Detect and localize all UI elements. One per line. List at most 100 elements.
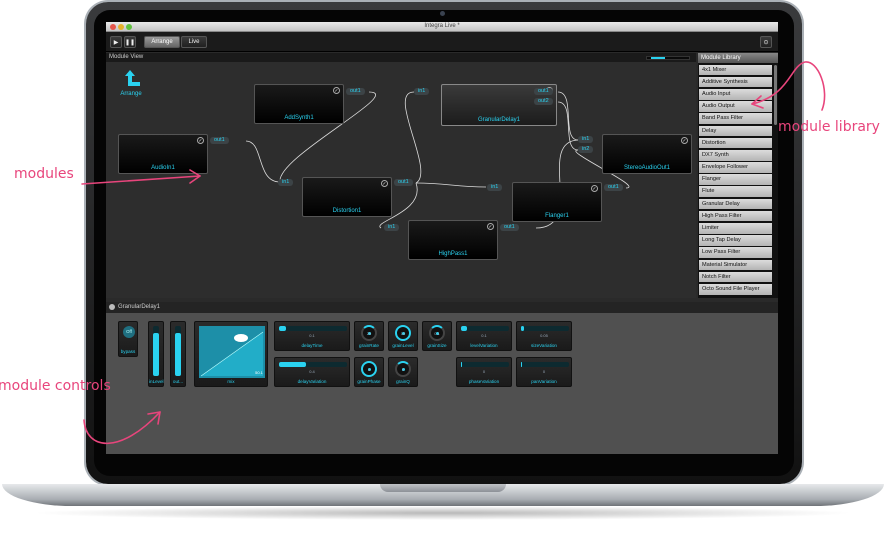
phasevariation-slider[interactable]	[461, 362, 509, 367]
sizevariation-slider[interactable]	[521, 326, 569, 331]
port-in1[interactable]: in1	[487, 184, 503, 191]
grainsize-control[interactable]: 0.1 grainSize	[422, 321, 452, 351]
inlevel-control[interactable]: inLevel	[148, 321, 164, 387]
library-item[interactable]: Additive Synthesis	[699, 76, 772, 88]
library-item[interactable]: Audio Output	[699, 101, 772, 112]
port-out1[interactable]: out1	[394, 179, 413, 186]
mix-control[interactable]: 50.1 mix	[194, 321, 268, 387]
library-item[interactable]: Audio Input	[699, 88, 772, 100]
module-name: AddSynth1	[284, 115, 314, 121]
zoom-slider[interactable]	[646, 56, 690, 60]
pause-button[interactable]: ❚❚	[124, 36, 136, 48]
library-scrollbar[interactable]	[774, 65, 777, 125]
outlevel-control[interactable]: out...	[170, 321, 186, 387]
grainrate-label: grainRate	[359, 343, 379, 348]
module-enabled-checkbox[interactable]: ✓	[591, 185, 598, 192]
module-name: AudioIn1	[151, 165, 175, 171]
library-item[interactable]: 4x1 Mixer	[699, 64, 772, 76]
arrange-button[interactable]: Arrange	[111, 70, 151, 97]
grainrate-value: 20	[366, 331, 372, 336]
port-out2[interactable]: out2	[534, 98, 553, 105]
title-bar: Integra Live *	[106, 22, 778, 32]
close-icon[interactable]	[109, 304, 115, 310]
panvariation-label: panVariation	[531, 379, 557, 384]
levelvariation-slider[interactable]	[461, 326, 509, 331]
laptop-screenshot: Integra Live * ▶ ❚❚ Arrange Live ⊙ Modul…	[0, 0, 886, 536]
library-item[interactable]: Material Simulator	[699, 259, 772, 271]
grainrate-control[interactable]: 20 grainRate	[354, 321, 384, 351]
module-flanger1[interactable]: ✓ Flanger1	[512, 182, 602, 222]
module-enabled-checkbox[interactable]: ✓	[197, 137, 204, 144]
library-item[interactable]: Limiter	[699, 223, 772, 234]
port-in1[interactable]: in1	[414, 88, 430, 95]
library-item[interactable]: Octo Sound File Player	[699, 283, 772, 295]
module-enabled-checkbox[interactable]: ✓	[333, 87, 340, 94]
port-out1[interactable]: out1	[346, 88, 365, 95]
zoom-slider-handle[interactable]	[651, 57, 665, 59]
delaytime-slider[interactable]	[279, 326, 347, 331]
annotation-modules: modules	[14, 166, 74, 182]
lock-button[interactable]: ⊙	[760, 36, 772, 48]
library-item[interactable]: Flute	[699, 186, 772, 198]
pause-icon: ❚❚	[124, 39, 136, 46]
controls-module-title: GranularDelay1	[118, 304, 161, 310]
grainlevel-control[interactable]: 10 grainLevel	[388, 321, 418, 351]
panvariation-control[interactable]: 0 panVariation	[516, 357, 572, 387]
library-item[interactable]: Notch Filter	[699, 271, 772, 283]
library-item[interactable]: Flanger	[699, 174, 772, 185]
module-enabled-checkbox[interactable]: ✓	[487, 223, 494, 230]
mix-label: mix	[227, 379, 235, 384]
levelvariation-control[interactable]: 0.1 levelVariation	[456, 321, 512, 351]
library-item[interactable]: Long Tap Delay	[699, 235, 772, 246]
module-name: StereoAudioOut1	[623, 165, 671, 171]
port-in1[interactable]: in1	[384, 224, 400, 231]
module-stereoaudioout1[interactable]: ✓ StereoAudioOut1	[602, 134, 692, 174]
library-item[interactable]: Envelope Follower	[699, 162, 772, 173]
outlevel-slider[interactable]	[175, 326, 181, 376]
module-name: HighPass1	[438, 251, 468, 257]
library-item[interactable]: Band Pass Filter	[699, 113, 772, 124]
module-audioin1[interactable]: ✓ AudioIn1	[118, 134, 208, 174]
delayvariation-slider[interactable]	[279, 362, 347, 367]
grainlevel-value: 10	[400, 331, 406, 336]
module-enabled-checkbox[interactable]: ✓	[381, 180, 388, 187]
module-enabled-checkbox[interactable]: ✓	[681, 137, 688, 144]
library-item[interactable]: Granular Delay	[699, 198, 772, 210]
port-out1[interactable]: out1	[534, 88, 553, 95]
delaytime-control[interactable]: 0.1 delayTime	[274, 321, 350, 351]
module-highpass1[interactable]: ✓ HighPass1	[408, 220, 498, 260]
tab-arrange[interactable]: Arrange	[144, 36, 180, 48]
inlevel-slider[interactable]	[153, 326, 159, 376]
bypass-toggle[interactable]: Off	[123, 326, 135, 338]
port-out1[interactable]: out1	[604, 184, 623, 191]
phasevariation-label: phaseVariation	[468, 379, 500, 384]
grainq-value: 0	[401, 367, 405, 372]
port-in1[interactable]: in1	[578, 136, 594, 143]
grainsize-label: grainSize	[427, 343, 447, 348]
port-out1[interactable]: out1	[210, 137, 229, 144]
module-addsynth1[interactable]: ✓ AddSynth1	[254, 84, 344, 124]
library-item[interactable]: DX7 Synth	[699, 149, 772, 161]
library-item[interactable]: Distortion	[699, 137, 772, 149]
panvariation-value: 0	[542, 369, 546, 374]
library-item[interactable]: Low Pass Filter	[699, 247, 772, 258]
bypass-control[interactable]: Off bypass	[118, 321, 138, 357]
tab-live[interactable]: Live	[181, 36, 207, 48]
module-canvas[interactable]: Arrange ✓ AddSynth1 out1 ✓ GranularDelay…	[106, 62, 696, 298]
grainq-control[interactable]: 0 grainQ	[388, 357, 418, 387]
module-controls-header: GranularDelay1	[106, 302, 778, 313]
sizevariation-control[interactable]: 0.05 sizeVariation	[516, 321, 572, 351]
library-item[interactable]: High Pass Filter	[699, 210, 772, 222]
play-button[interactable]: ▶	[110, 36, 122, 48]
delayvariation-control[interactable]: 0.4 delayVariation	[274, 357, 350, 387]
port-in2[interactable]: in2	[578, 146, 594, 153]
module-distortion1[interactable]: ✓ Distortion1	[302, 177, 392, 217]
port-in1[interactable]: in1	[278, 179, 294, 186]
port-out1[interactable]: out1	[500, 224, 519, 231]
laptop-shadow	[30, 506, 856, 520]
library-item[interactable]: Delay	[699, 125, 772, 137]
phasevariation-control[interactable]: 0 phaseVariation	[456, 357, 512, 387]
grainphase-control[interactable]: 1 grainPhase	[354, 357, 384, 387]
panvariation-slider[interactable]	[521, 362, 569, 367]
delayvariation-label: delayVariation	[297, 379, 327, 384]
